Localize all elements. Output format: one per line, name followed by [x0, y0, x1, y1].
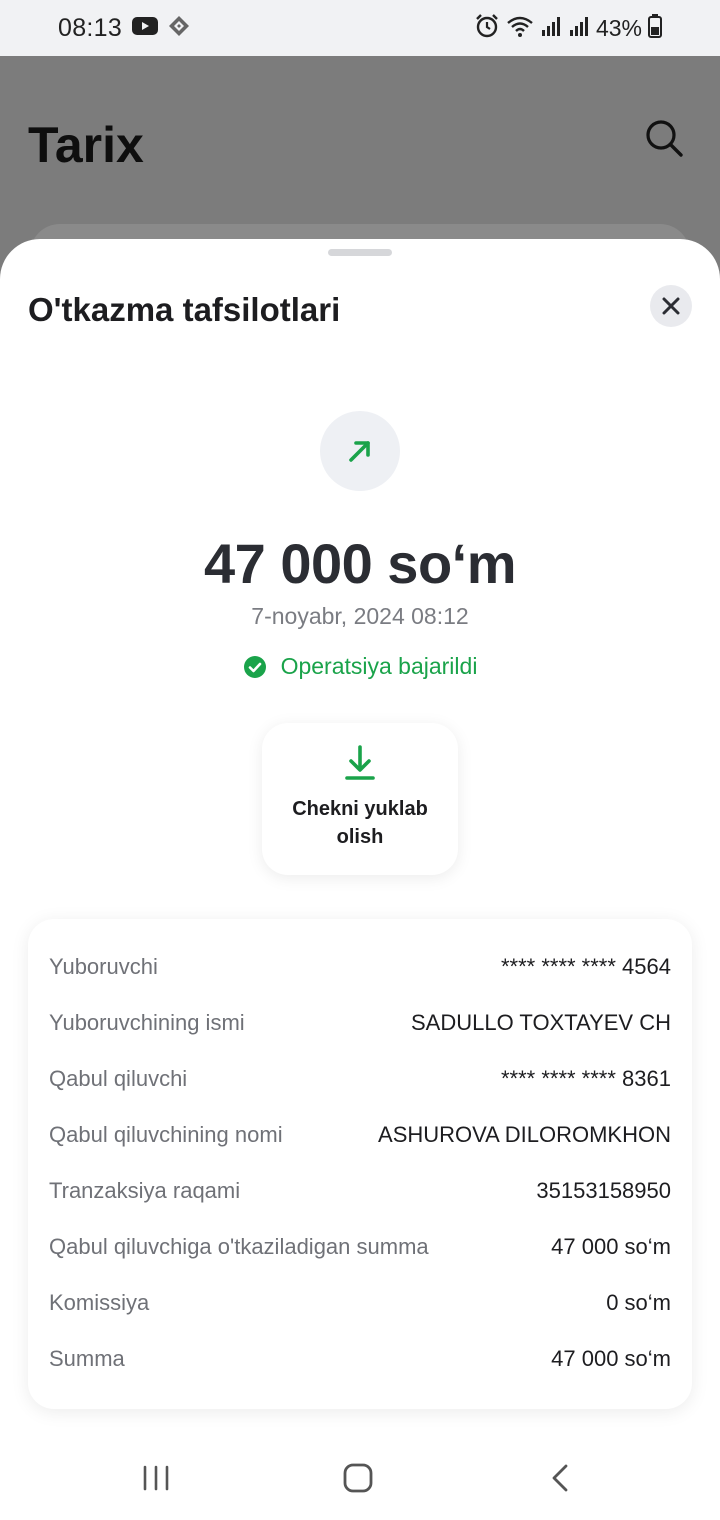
detail-value: 0 so‘m: [606, 1290, 671, 1315]
detail-label: Qabul qiluvchining nomi: [49, 1122, 283, 1147]
detail-row-sender-name: Yuboruvchining ismi SADULLO TOXTAYEV CH: [49, 995, 671, 1051]
battery-percent: 43%: [595, 14, 642, 41]
download-icon: [345, 745, 375, 780]
back-icon: [552, 1464, 568, 1492]
detail-row-receiver-name: Qabul qiluvchining nomi ASHUROVA DILOROM…: [49, 1107, 671, 1163]
check-circle-icon: [243, 655, 266, 678]
detail-value: SADULLO TOXTAYEV CH: [410, 1010, 671, 1035]
download-receipt-label: Chekni yuklab olish: [292, 798, 428, 848]
sheet-title: O'tkazma tafsilotlari: [28, 291, 341, 328]
detail-label: Qabul qiluvchiga o'tkaziladigan summa: [49, 1234, 429, 1259]
detail-value: **** **** **** 8361: [500, 1066, 671, 1091]
detail-label: Yuboruvchining ismi: [49, 1010, 245, 1035]
detail-value: ASHUROVA DILOROMKHON: [378, 1122, 671, 1147]
navigation-bar: [0, 1436, 720, 1520]
detail-row-receiver: Qabul qiluvchi **** **** **** 8361: [49, 1051, 671, 1107]
detail-value: 47 000 so‘m: [551, 1234, 671, 1259]
detail-label: Komissiya: [49, 1290, 150, 1315]
wifi-icon: [506, 14, 534, 43]
detail-value: 47 000 so‘m: [551, 1346, 671, 1371]
status-time: 08:13: [58, 13, 123, 42]
transfer-details-sheet: O'tkazma tafsilotlari 47 000 so‘m 7-noya…: [0, 239, 720, 1520]
close-icon: [662, 297, 680, 315]
detail-label: Tranzaksiya raqami: [49, 1178, 241, 1203]
search-icon[interactable]: [644, 118, 684, 163]
detail-value[interactable]: 35153158950: [536, 1178, 671, 1204]
recent-apps-button[interactable]: [126, 1456, 186, 1500]
detail-value: **** **** **** 4564: [500, 954, 671, 979]
arrow-up-right-icon: [349, 441, 370, 462]
home-icon: [343, 1463, 373, 1493]
direction-badge: [320, 411, 400, 491]
app-icon: [168, 15, 190, 42]
detail-label: Summa: [49, 1346, 125, 1371]
details-card: Yuboruvchi **** **** **** 4564 Yuboruvch…: [28, 919, 692, 1409]
download-receipt-button[interactable]: Chekni yuklab olish: [262, 723, 458, 875]
signal-icon: [540, 15, 562, 42]
youtube-icon: [132, 16, 159, 41]
detail-row-sender: Yuboruvchi **** **** **** 4564: [49, 939, 671, 995]
battery-icon: [648, 13, 662, 43]
status-bar: 08:13 43%: [0, 0, 720, 56]
signal-icon: [568, 15, 590, 42]
transfer-amount: 47 000 so‘m: [203, 532, 517, 595]
back-button[interactable]: [530, 1456, 590, 1500]
detail-row-received-amount: Qabul qiluvchiga o'tkaziladigan summa 47…: [49, 1219, 671, 1275]
drag-handle[interactable]: [328, 249, 392, 256]
transfer-datetime: 7-noyabr, 2024 08:12: [251, 603, 469, 629]
detail-label: Qabul qiluvchi: [49, 1066, 188, 1091]
alarm-icon: [474, 13, 500, 44]
detail-row-total: Summa 47 000 so‘m: [49, 1331, 671, 1387]
status-right: 43%: [474, 13, 662, 44]
close-button[interactable]: [650, 285, 692, 327]
detail-row-commission: Komissiya 0 so‘m: [49, 1275, 671, 1331]
operation-status: Operatsiya bajarildi: [280, 653, 478, 679]
detail-label: Yuboruvchi: [49, 954, 158, 979]
home-button[interactable]: [328, 1456, 388, 1500]
recent-apps-icon: [143, 1465, 169, 1491]
background-title: Tarix: [28, 117, 144, 173]
status-row: Operatsiya bajarildi: [0, 653, 720, 680]
detail-row-transaction-id: Tranzaksiya raqami 35153158950: [49, 1163, 671, 1219]
status-left: 08:13: [58, 14, 190, 43]
